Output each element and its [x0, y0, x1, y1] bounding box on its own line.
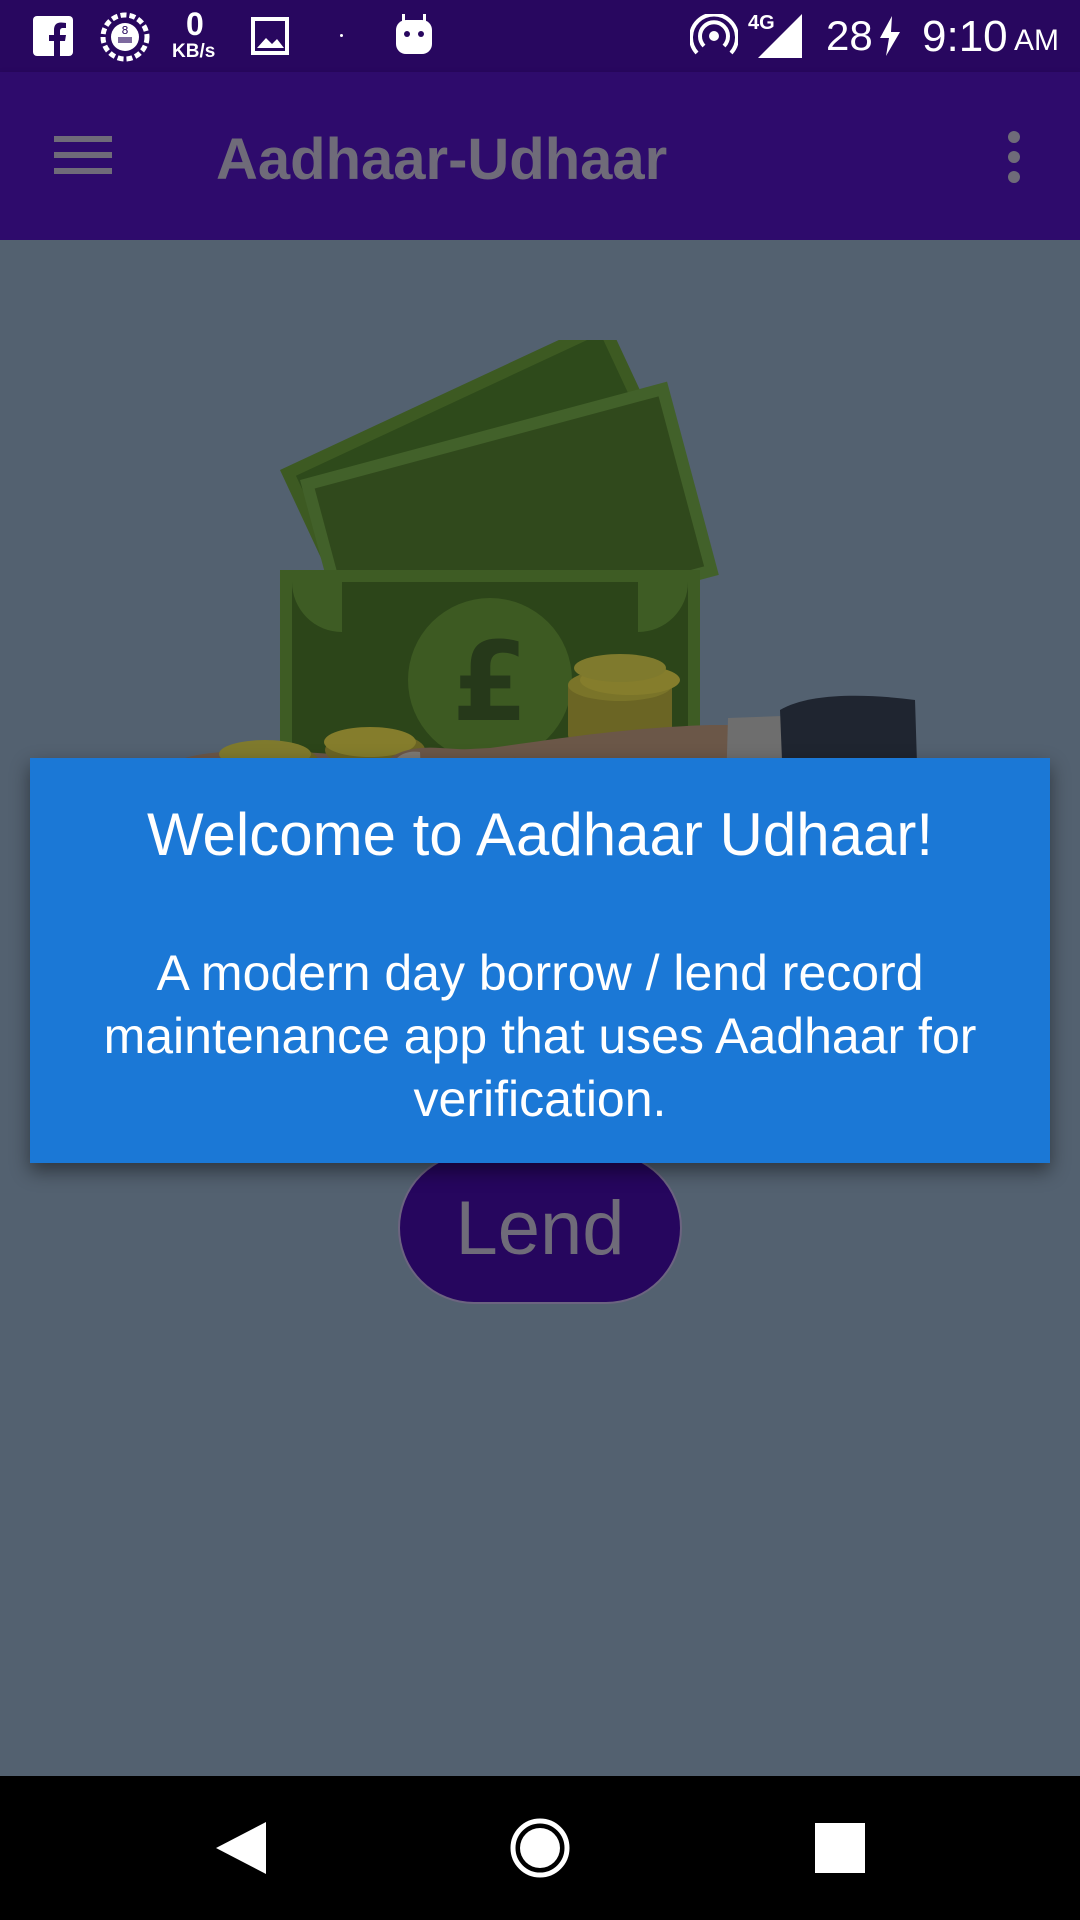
- dialog-message: A modern day borrow / lend record mainte…: [103, 945, 977, 1127]
- badge-icon: 8: [98, 10, 152, 64]
- recents-icon[interactable]: [800, 1808, 880, 1888]
- status-bar: 8 0 KB/s 4G 28 9:10 AM: [0, 0, 1080, 72]
- clock-time: 9:10: [922, 12, 1008, 61]
- facebook-icon: [33, 16, 73, 56]
- hotspot-icon: [689, 12, 739, 58]
- navigation-bar: [0, 1776, 1080, 1920]
- home-icon[interactable]: [500, 1808, 580, 1888]
- dialog-title: Welcome to Aadhaar Udhaar!: [146, 801, 933, 868]
- gallery-icon: [250, 16, 290, 56]
- app-bar: Aadhaar-Udhaar: [0, 72, 1080, 240]
- data-speed-value: 0: [186, 6, 204, 42]
- charging-icon: [878, 16, 902, 56]
- battery-level: 28: [826, 12, 873, 59]
- more-vert-icon[interactable]: [1000, 130, 1028, 184]
- lend-button-label: Lend: [455, 1185, 625, 1271]
- signal-icon: [758, 14, 802, 58]
- hamburger-menu-icon[interactable]: [54, 132, 112, 178]
- lend-button[interactable]: Lend: [398, 1152, 682, 1304]
- welcome-dialog[interactable]: Welcome to Aadhaar Udhaar! A modern day …: [30, 758, 1050, 1163]
- app-title: Aadhaar-Udhaar: [216, 127, 668, 192]
- clock-ampm: AM: [1014, 24, 1059, 57]
- back-icon[interactable]: [200, 1808, 280, 1888]
- data-speed-unit: KB/s: [172, 41, 216, 62]
- svg-text:£: £: [452, 618, 529, 746]
- dot-icon: [340, 34, 343, 37]
- svg-text:8: 8: [122, 24, 129, 37]
- android-icon: [394, 14, 434, 56]
